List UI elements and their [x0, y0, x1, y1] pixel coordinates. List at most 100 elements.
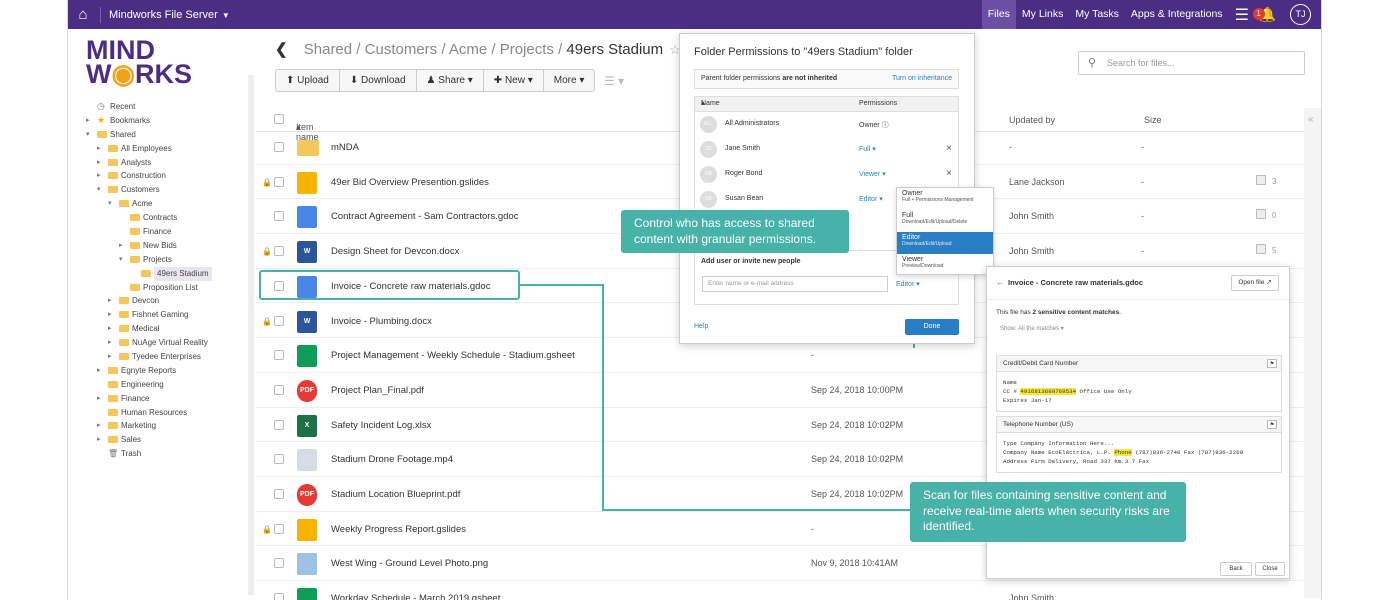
- collapsed-caret-icon[interactable]: ▸: [108, 336, 112, 350]
- sidebar-item[interactable]: ▾ Projects: [82, 253, 252, 267]
- sidebar-item[interactable]: ▸ New Bids: [82, 239, 252, 253]
- sidebar-item[interactable]: ▸ Tyedee Enterprises: [82, 350, 252, 364]
- column-header-updated-by[interactable]: Updated by: [1009, 115, 1055, 125]
- sidebar-item[interactable]: ▸ Devcon: [82, 294, 252, 308]
- row-checkbox[interactable]: [274, 211, 284, 222]
- sidebar-item[interactable]: Proposition List: [82, 281, 252, 295]
- file-name[interactable]: Project Management - Weekly Schedule - S…: [331, 350, 575, 361]
- collapsed-caret-icon[interactable]: ▸: [97, 169, 101, 183]
- sidebar-item[interactable]: ▸ Construction: [82, 169, 252, 183]
- sidebar-item[interactable]: ▸ Marketing: [82, 419, 252, 433]
- file-name[interactable]: Project Plan_Final.pdf: [331, 385, 424, 396]
- role-option[interactable]: Viewer Preview/Download: [897, 254, 993, 276]
- sidebar-item[interactable]: ▾ Shared: [82, 128, 252, 142]
- comment-icon[interactable]: [1256, 244, 1266, 255]
- back-arrow-icon[interactable]: ←: [996, 278, 1004, 287]
- sidebar-item[interactable]: ▸ All Employees: [82, 142, 252, 156]
- row-checkbox[interactable]: [274, 142, 284, 152]
- comment-icon[interactable]: [1256, 209, 1266, 220]
- nav-apps-integrations[interactable]: Apps & Integrations: [1125, 0, 1229, 29]
- role-option[interactable]: Full Download/Edit/Upload/Delete: [897, 210, 993, 232]
- download-button[interactable]: ⬇ Download: [338, 69, 417, 92]
- comment-icon[interactable]: [1256, 174, 1266, 185]
- row-checkbox[interactable]: [274, 176, 284, 187]
- select-all-checkbox[interactable]: [274, 114, 284, 124]
- row-checkbox[interactable]: [274, 315, 284, 326]
- details-panel-toggle[interactable]: «: [1304, 108, 1321, 598]
- help-link[interactable]: Help: [694, 323, 708, 330]
- collapsed-caret-icon[interactable]: ▸: [108, 322, 112, 336]
- breadcrumb-item[interactable]: Customers: [365, 41, 438, 58]
- upload-button[interactable]: ⬆ Upload: [275, 69, 340, 92]
- sidebar-item[interactable]: Finance: [82, 225, 252, 239]
- column-header-size[interactable]: Size: [1144, 115, 1162, 125]
- file-name[interactable]: Workday Schedule - March 2019.gsheet: [331, 593, 500, 600]
- sidebar-item[interactable]: ▸ Finance: [82, 392, 252, 406]
- collapsed-caret-icon[interactable]: ▸: [97, 419, 101, 433]
- sidebar-item[interactable]: Engineering: [82, 378, 252, 392]
- collapsed-caret-icon[interactable]: ▸: [97, 364, 101, 378]
- user-role-select[interactable]: Editor ▾: [859, 195, 883, 203]
- breadcrumb-item[interactable]: Acme: [449, 41, 487, 58]
- role-option[interactable]: Owner Full + Permissions Management: [897, 188, 993, 210]
- collapsed-caret-icon[interactable]: ▸: [86, 114, 90, 128]
- turn-on-inheritance-link[interactable]: Turn on inheritance: [892, 70, 952, 88]
- nav-files[interactable]: Files: [981, 0, 1016, 29]
- row-checkbox[interactable]: [274, 558, 284, 569]
- breadcrumb-item[interactable]: Projects: [500, 41, 554, 58]
- open-file-button[interactable]: Open file ↗: [1231, 275, 1279, 291]
- expanded-caret-icon[interactable]: ▾: [119, 253, 123, 267]
- sidebar-scrollbar[interactable]: [248, 75, 254, 595]
- collapsed-caret-icon[interactable]: ▸: [97, 156, 101, 170]
- notification-bell-icon[interactable]: 🔔 1: [1252, 6, 1276, 23]
- nav-my-links[interactable]: My Links: [1016, 0, 1069, 29]
- row-checkbox[interactable]: [274, 384, 284, 395]
- row-checkbox[interactable]: [274, 454, 284, 465]
- back-button[interactable]: Back: [1220, 562, 1252, 576]
- list-view-icon[interactable]: ☰ ▾: [604, 74, 624, 88]
- collapsed-caret-icon[interactable]: ▸: [97, 433, 101, 447]
- sidebar-item[interactable]: ▸ Sales: [82, 433, 252, 447]
- collapsed-caret-icon[interactable]: ▸: [108, 308, 112, 322]
- file-name[interactable]: Safety Incident Log.xlsx: [331, 420, 431, 431]
- breadcrumb-item[interactable]: Shared: [304, 41, 352, 58]
- server-selector[interactable]: Mindworks File Server ▼: [109, 9, 230, 21]
- file-name[interactable]: 49er Bid Overview Presention.gslides: [331, 177, 489, 188]
- sidebar-item[interactable]: Human Resources: [82, 406, 252, 420]
- flag-icon[interactable]: ⚑: [1267, 420, 1277, 429]
- user-role-select[interactable]: Full ▾: [859, 145, 876, 153]
- add-user-role-select[interactable]: Editor ▾: [896, 280, 920, 288]
- collapsed-caret-icon[interactable]: ▸: [97, 392, 101, 406]
- row-checkbox[interactable]: [274, 350, 284, 361]
- file-name[interactable]: Contract Agreement - Sam Contractors.gdo…: [331, 211, 518, 222]
- share-button[interactable]: ♟ Share ▾: [415, 69, 484, 92]
- sidebar-item[interactable]: ▸ ★ Bookmarks: [82, 114, 252, 128]
- collapsed-caret-icon[interactable]: ▸: [97, 142, 101, 156]
- back-arrow-icon[interactable]: ❮: [275, 41, 288, 58]
- sidebar-item[interactable]: ▸ NuAge Virtual Reality: [82, 336, 252, 350]
- sidebar-item[interactable]: 🗑 Trash: [82, 447, 252, 461]
- user-avatar[interactable]: TJ: [1290, 4, 1311, 25]
- remove-user-icon[interactable]: ×: [946, 143, 952, 154]
- row-checkbox[interactable]: [274, 489, 284, 499]
- file-name[interactable]: West Wing - Ground Level Photo.png: [331, 558, 488, 569]
- collapsed-caret-icon[interactable]: ▸: [119, 239, 123, 253]
- sidebar-item[interactable]: ▾ Acme: [82, 197, 252, 211]
- sidebar-item[interactable]: ▸ Fishnet Gaming: [82, 308, 252, 322]
- sidebar-item[interactable]: ▸ Medical: [82, 322, 252, 336]
- table-row[interactable]: Workday Schedule - March 2019.gsheet John…: [256, 581, 1304, 600]
- sidebar-item[interactable]: ▸ Analysts: [82, 156, 252, 170]
- collapsed-caret-icon[interactable]: ▸: [108, 350, 112, 364]
- row-checkbox[interactable]: [274, 246, 284, 257]
- hamburger-menu-icon[interactable]: ☰: [1235, 5, 1251, 25]
- file-name[interactable]: Stadium Drone Footage.mp4: [331, 454, 453, 465]
- role-option[interactable]: Editor Download/Edit/Upload: [897, 232, 993, 254]
- nav-my-tasks[interactable]: My Tasks: [1069, 0, 1125, 29]
- done-button[interactable]: Done: [905, 319, 959, 335]
- sidebar-item[interactable]: ▸ Egnyte Reports: [82, 364, 252, 378]
- home-icon[interactable]: ⌂: [70, 0, 96, 29]
- row-checkbox[interactable]: [274, 593, 284, 600]
- sidebar-item[interactable]: 49ers Stadium: [82, 266, 252, 281]
- search-input[interactable]: ⚲ Search for files...: [1078, 51, 1305, 75]
- file-name[interactable]: Design Sheet for Devcon.docx: [331, 246, 459, 257]
